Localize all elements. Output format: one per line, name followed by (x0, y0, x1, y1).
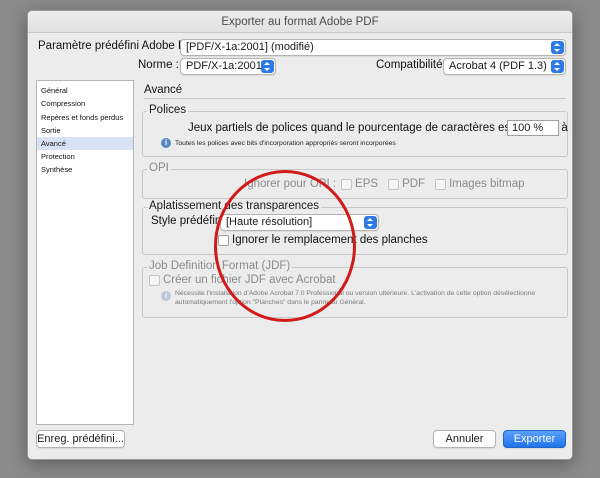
compat-value: Acrobat 4 (PDF 1.3) (449, 60, 547, 72)
save-preset-button[interactable]: Enreg. prédéfini... (36, 430, 125, 448)
standard-row: Norme : (138, 59, 179, 71)
flatten-ignore-label: Ignorer le remplacement des planches (232, 234, 428, 246)
sidebar-item-general[interactable]: Général (37, 84, 133, 97)
compat-label: Compatibilité : (376, 59, 449, 71)
sidebar-item-marks-bleeds[interactable]: Repères et fonds perdus (37, 111, 133, 124)
popup-arrows-icon (551, 60, 564, 73)
window-title: Exporter au format Adobe PDF (28, 11, 572, 33)
flatten-style-popup[interactable]: [Haute résolution] (220, 214, 379, 231)
opi-row: Ignorer pour OPI : EPS PDF Images bitmap (244, 178, 525, 190)
sidebar-item-security[interactable]: Protection (37, 150, 133, 163)
flatten-ignore-checkbox[interactable] (218, 234, 229, 246)
opi-group-title: OPI (147, 162, 171, 174)
cancel-button[interactable]: Annuler (433, 430, 496, 448)
info-icon: i (161, 138, 171, 148)
sidebar-item-summary[interactable]: Synthèse (37, 163, 133, 176)
preset-value: [PDF/X-1a:2001] (modifié) (186, 41, 314, 53)
fonts-group-title: Polices (147, 104, 189, 116)
panel-divider (144, 98, 566, 99)
compat-row: Compatibilité : (376, 59, 449, 71)
jdf-info-line1: Nécessite l'installation d'Adobe Acrobat… (175, 290, 536, 297)
fonts-subset-input[interactable]: 100 % (507, 120, 559, 136)
preset-popup[interactable]: [PDF/X-1a:2001] (modifié) (180, 39, 566, 56)
standard-value: PDF/X-1a:2001 (186, 60, 262, 72)
opi-bitmap-checkbox[interactable] (435, 178, 447, 190)
sidebar-item-output[interactable]: Sortie (37, 124, 133, 137)
opi-bitmap-label: Images bitmap (449, 178, 525, 190)
jdf-create-row: Créer un fichier JDF avec Acrobat (149, 274, 336, 286)
jdf-create-label: Créer un fichier JDF avec Acrobat (163, 274, 336, 286)
fonts-info-row: i Toutes les polices avec bits d'incorpo… (161, 138, 396, 148)
export-pdf-dialog: Exporter au format Adobe PDF Paramètre p… (27, 10, 573, 460)
export-button[interactable]: Exporter (503, 430, 566, 448)
flatten-group-title: Aplatissement des transparences (147, 200, 322, 212)
jdf-info-row: i Nécessite l'installation d'Adobe Acrob… (161, 289, 535, 307)
flatten-style-value: [Haute résolution] (226, 216, 313, 228)
compat-popup[interactable]: Acrobat 4 (PDF 1.3) (443, 58, 566, 75)
popup-arrows-icon (364, 216, 377, 229)
opi-pdf-label: PDF (402, 178, 426, 190)
fonts-group (142, 111, 568, 157)
popup-arrows-icon (261, 60, 274, 73)
opi-eps-label: EPS (355, 178, 379, 190)
opi-eps-checkbox[interactable] (341, 178, 353, 190)
panel-title: Avancé (144, 84, 183, 96)
jdf-create-checkbox[interactable] (149, 274, 160, 286)
info-icon: i (161, 291, 171, 301)
sidebar: Général Compression Repères et fonds per… (36, 80, 134, 425)
jdf-group-title: Job Definition Format (JDF) (147, 260, 293, 272)
fonts-info-text: Toutes les polices avec bits d'incorpora… (175, 139, 396, 147)
opi-ignore-label: Ignorer pour OPI : (244, 178, 337, 190)
standard-popup[interactable]: PDF/X-1a:2001 (180, 58, 276, 75)
jdf-info-line2: automatiquement l'option "Planches" dans… (175, 299, 366, 306)
flatten-style-label: Style prédéfini : (151, 215, 231, 227)
sidebar-item-compression[interactable]: Compression (37, 97, 133, 110)
sidebar-item-advanced[interactable]: Avancé (37, 136, 133, 150)
standard-label: Norme : (138, 59, 179, 71)
flatten-ignore-row: Ignorer le remplacement des planches (218, 234, 428, 246)
popup-arrows-icon (551, 41, 564, 54)
opi-pdf-checkbox[interactable] (388, 178, 400, 190)
flatten-style-row: Style prédéfini : (151, 215, 230, 227)
